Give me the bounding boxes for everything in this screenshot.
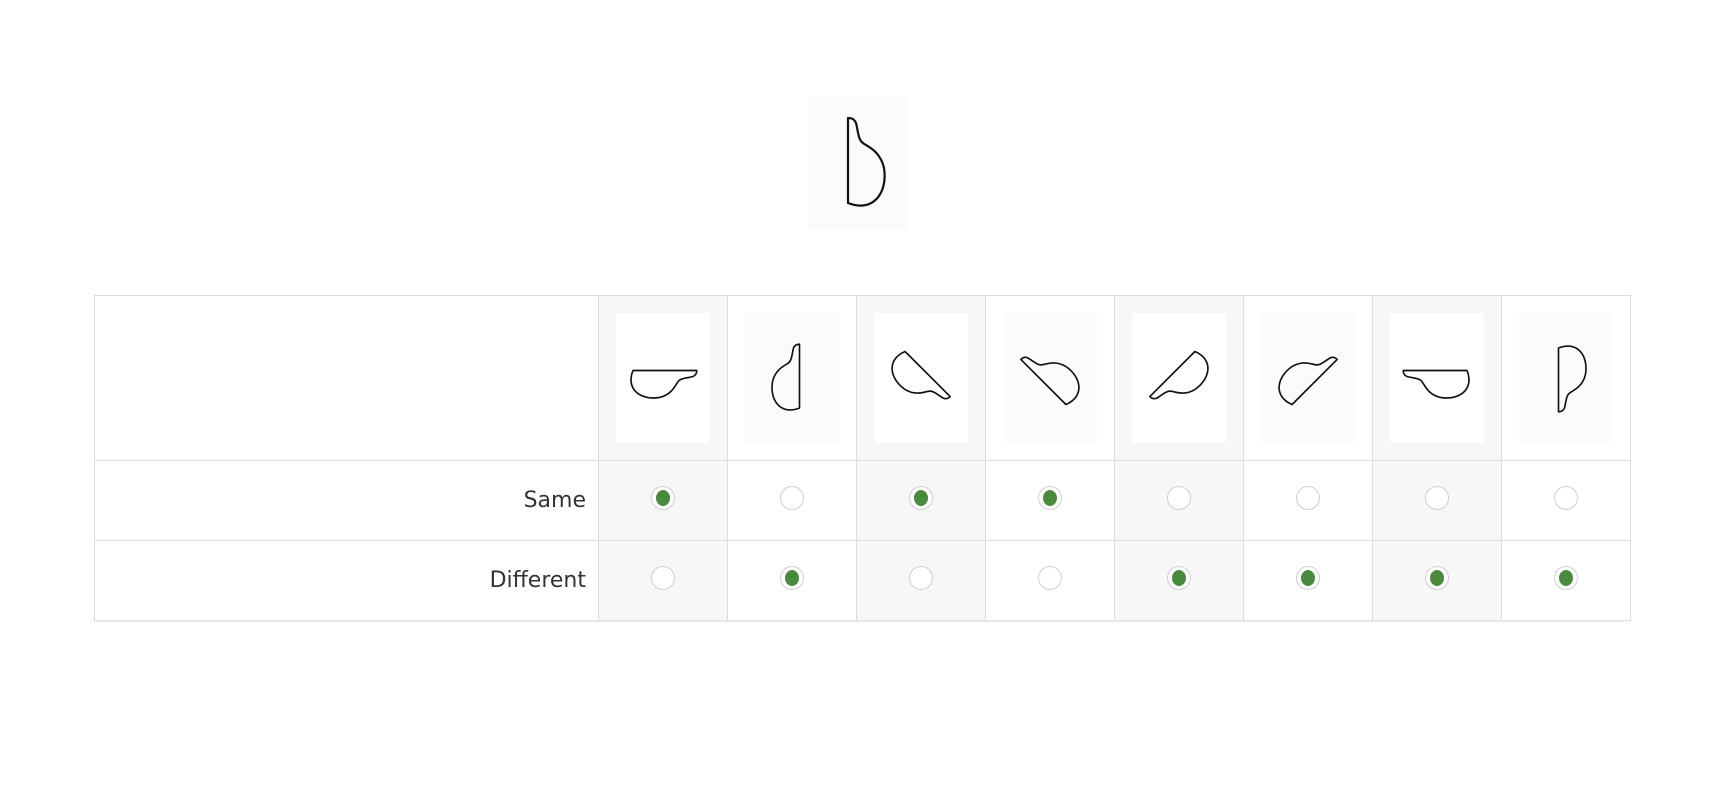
- radio-cell: [1501, 459, 1631, 541]
- choice-row-same: Same: [94, 459, 1631, 541]
- radio-cell: [985, 539, 1115, 622]
- option-header-cell: [1372, 295, 1502, 461]
- shape-rotated-135-icon: [891, 350, 951, 400]
- radio-same-1[interactable]: [651, 486, 675, 511]
- option-shape-1: [616, 312, 710, 443]
- radio-cell: [1372, 459, 1502, 541]
- radio-different-7[interactable]: [1425, 566, 1449, 591]
- option-header-cell: [856, 295, 986, 461]
- radio-different-2[interactable]: [780, 566, 804, 591]
- table-divider: [94, 620, 1624, 622]
- option-shape-5: [1132, 312, 1226, 443]
- row-label: Same: [94, 459, 599, 541]
- choice-row-different: Different: [94, 539, 1631, 622]
- radio-cell: [598, 459, 728, 541]
- radio-cell: [1501, 539, 1631, 622]
- radio-same-3[interactable]: [909, 486, 933, 511]
- radio-cell: [1114, 459, 1244, 541]
- radio-cell: [1243, 459, 1373, 541]
- reference-shape: [808, 96, 908, 230]
- radio-cell: [1114, 539, 1244, 622]
- radio-cell: [856, 539, 986, 622]
- radio-same-8[interactable]: [1554, 486, 1578, 511]
- radio-same-6[interactable]: [1296, 486, 1320, 511]
- options-header-row: [94, 295, 1631, 461]
- option-shape-6: [1261, 312, 1355, 443]
- answer-matrix: Same Different: [94, 295, 1631, 622]
- shape-mirrored-rotated-icon: [1278, 356, 1338, 406]
- shape-rotated-315-icon: [1020, 356, 1080, 406]
- option-header-cell: [1501, 295, 1631, 461]
- option-shape-4: [1003, 312, 1097, 443]
- radio-cell: [856, 459, 986, 541]
- shape-mirrored-rotated-icon: [1557, 345, 1587, 413]
- radio-cell: [727, 539, 857, 622]
- option-header-cell: [1114, 295, 1244, 461]
- radio-different-1[interactable]: [651, 566, 675, 591]
- option-shape-3: [874, 312, 968, 443]
- option-header-cell: [985, 295, 1115, 461]
- option-shape-2: [745, 312, 839, 443]
- radio-same-7[interactable]: [1425, 486, 1449, 511]
- radio-cell: [727, 459, 857, 541]
- option-shape-7: [1390, 312, 1484, 443]
- radio-cell: [1372, 539, 1502, 622]
- radio-different-8[interactable]: [1554, 566, 1578, 591]
- radio-cell: [598, 539, 728, 622]
- radio-different-5[interactable]: [1167, 566, 1191, 591]
- option-shape-8: [1519, 312, 1613, 443]
- radio-cell: [985, 459, 1115, 541]
- radio-same-4[interactable]: [1038, 486, 1062, 511]
- option-header-cell: [598, 295, 728, 461]
- radio-different-3[interactable]: [909, 566, 933, 591]
- radio-different-4[interactable]: [1038, 566, 1062, 591]
- radio-same-2[interactable]: [780, 486, 804, 511]
- shape-mirrored-rotated-icon: [1149, 350, 1209, 400]
- header-label-cell: [94, 295, 599, 461]
- radio-different-6[interactable]: [1296, 566, 1320, 591]
- shape-mirrored-icon: [771, 343, 801, 411]
- shape-rotated-90-icon: [630, 369, 698, 399]
- radio-same-5[interactable]: [1167, 486, 1191, 511]
- option-header-cell: [727, 295, 857, 461]
- shape-mirrored-rotated-icon: [1402, 369, 1470, 399]
- row-label: Different: [94, 539, 599, 622]
- radio-cell: [1243, 539, 1373, 622]
- option-header-cell: [1243, 295, 1373, 461]
- shape-b-icon: [846, 116, 886, 207]
